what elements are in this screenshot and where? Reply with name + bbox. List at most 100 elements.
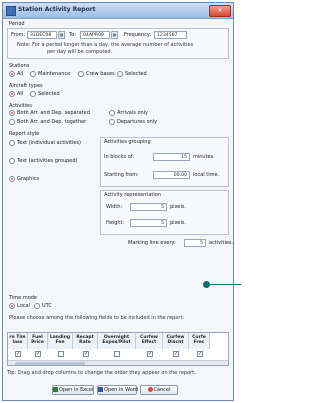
from-date-input[interactable]: 31DEC08: [27, 31, 57, 39]
height-label: Height:: [106, 220, 125, 226]
marking-unit: activities.: [209, 240, 234, 246]
field-column-label-line2: Expos/Pilot: [102, 340, 131, 345]
field-column-header[interactable]: Landing Fee: [48, 333, 73, 349]
height-unit: pixels.: [170, 220, 187, 226]
style-grouped-label: Text (activities grouped): [17, 158, 78, 164]
period-note-line-2: per day will be computed.: [47, 49, 113, 55]
period-heading: Period: [9, 21, 25, 27]
stations-selected-label: Selected: [125, 71, 147, 77]
field-column-label-line2: Effect: [141, 340, 157, 345]
calendar-icon: ▦: [112, 32, 117, 37]
to-label: To:: [69, 32, 76, 38]
activities-arrivals-label: Arrivals only: [117, 110, 149, 116]
starting-unit: local time.: [193, 172, 220, 178]
stations-all-radio[interactable]: [9, 71, 15, 77]
stations-heading: Stations: [9, 63, 30, 69]
activities-departures-label: Departures only: [117, 119, 158, 125]
frequency-input[interactable]: 1234567: [154, 31, 187, 39]
cancel-label: Cancel: [153, 387, 171, 393]
field-column-label-line2: Rate: [79, 340, 91, 345]
field-include-checkbox[interactable]: ✓: [15, 351, 21, 357]
starting-time-input[interactable]: 00:00: [153, 171, 190, 179]
open-in-word-label: Open in Word: [104, 387, 138, 393]
field-include-checkbox[interactable]: ✓: [147, 351, 153, 357]
marking-input[interactable]: 5: [184, 239, 206, 247]
field-column-header[interactable]: Recapt Rate: [73, 333, 98, 349]
style-graphics-label: Graphics: [17, 176, 40, 182]
fields-grid-scrollbar[interactable]: [8, 360, 228, 365]
activities-heading: Activities: [9, 103, 32, 109]
to-calendar-button[interactable]: ▦: [111, 31, 118, 39]
open-in-excel-label: Open in Excel: [59, 387, 94, 393]
activities-departures-radio[interactable]: [109, 119, 115, 125]
callout-dot: [203, 281, 210, 288]
time-local-radio[interactable]: [9, 303, 15, 309]
open-in-excel-button[interactable]: Open in Excel: [52, 385, 94, 395]
cancel-icon: [147, 387, 153, 392]
fields-grid: ro Tim lass ✓ Fuel Price ✓ Landing Fee Recapt Rat…: [7, 332, 229, 366]
field-column-label-line2: Frec: [193, 340, 205, 345]
period-note-line-1: Note: For a period longer than a day, th…: [17, 42, 194, 48]
time-local-label: Local: [17, 303, 30, 309]
aircraft-all-radio[interactable]: [9, 91, 15, 97]
word-icon: [98, 387, 103, 392]
open-in-word-button[interactable]: Open in Word: [97, 385, 138, 395]
cancel-button[interactable]: Cancel: [140, 385, 178, 395]
fields-instructions: Please choose among the following fields…: [9, 315, 185, 321]
stations-maintenance-radio[interactable]: [30, 71, 36, 77]
dialog-title: Station Activity Report: [18, 6, 96, 13]
field-column-label-line2: Price: [31, 340, 44, 345]
activities-arrivals-radio[interactable]: [109, 110, 115, 116]
style-graphics-radio[interactable]: [9, 176, 15, 182]
fields-tip: Tip: Drag and drop columns to change the…: [7, 370, 196, 376]
scrollbar-thumb[interactable]: [15, 362, 85, 365]
field-include-checkbox[interactable]: ✓: [197, 351, 203, 357]
stations-crew-bases-label: Crew bases: [86, 71, 115, 77]
stations-crew-bases-radio[interactable]: [78, 71, 84, 77]
activities-grouping-heading: Activities grouping: [104, 139, 151, 145]
field-include-checkbox[interactable]: [58, 351, 64, 357]
from-calendar-button[interactable]: ▦: [58, 31, 65, 39]
field-include-checkbox[interactable]: [114, 351, 120, 357]
aircraft-types-heading: Aircraft types: [9, 83, 43, 89]
field-column-header[interactable]: Curfew Discnt: [163, 333, 189, 349]
callout-line: [207, 284, 241, 285]
stations-selected-radio[interactable]: [117, 71, 123, 77]
time-utc-label: UTC: [42, 303, 52, 309]
excel-icon: [53, 387, 58, 392]
calendar-icon: ▦: [59, 32, 64, 37]
width-label: Width:: [106, 204, 123, 210]
field-column-header[interactable]: Curfe Frec: [189, 333, 210, 349]
from-label: From:: [11, 32, 26, 38]
aircraft-selected-radio[interactable]: [30, 91, 36, 97]
style-grouped-radio[interactable]: [9, 158, 15, 164]
field-include-checkbox[interactable]: ✓: [35, 351, 41, 357]
aircraft-selected-label: Selected: [38, 91, 60, 97]
field-include-checkbox[interactable]: ✓: [173, 351, 179, 357]
close-button[interactable]: ✕: [209, 5, 231, 17]
height-input[interactable]: 5: [130, 219, 167, 227]
style-individual-radio[interactable]: [9, 140, 15, 146]
blocks-unit: minutes.: [193, 154, 215, 160]
marking-label: Marking line every:: [128, 240, 176, 246]
to-date-input[interactable]: 04APR09: [80, 31, 110, 39]
time-utc-radio[interactable]: [34, 303, 40, 309]
report-app-icon: [6, 6, 16, 16]
field-column-header[interactable]: Curfew Effect: [136, 333, 163, 349]
field-include-checkbox[interactable]: ✓: [83, 351, 89, 357]
title-bar[interactable]: Station Activity Report ✕: [3, 3, 233, 19]
activities-together-radio[interactable]: [9, 119, 15, 125]
stations-all-label: All: [17, 71, 24, 77]
field-column-header[interactable]: ro Tim lass: [8, 333, 28, 349]
field-column-label-line2: Fee: [55, 340, 65, 345]
activities-together-label: Both Arr. and Dep. together: [17, 119, 87, 125]
activities-separated-label: Both Arr. and Dep. separated: [17, 110, 90, 116]
width-input[interactable]: 5: [130, 203, 167, 211]
activities-separated-radio[interactable]: [9, 110, 15, 116]
blocks-input[interactable]: 15: [153, 153, 190, 161]
field-column-header[interactable]: Overnight Expos/Pilot: [98, 333, 136, 349]
stations-maintenance-label: Maintenance: [38, 71, 71, 77]
time-mode-heading: Time mode: [9, 295, 38, 301]
field-column-label-line2: Discnt: [167, 340, 184, 345]
field-column-header[interactable]: Fuel Price: [28, 333, 48, 349]
